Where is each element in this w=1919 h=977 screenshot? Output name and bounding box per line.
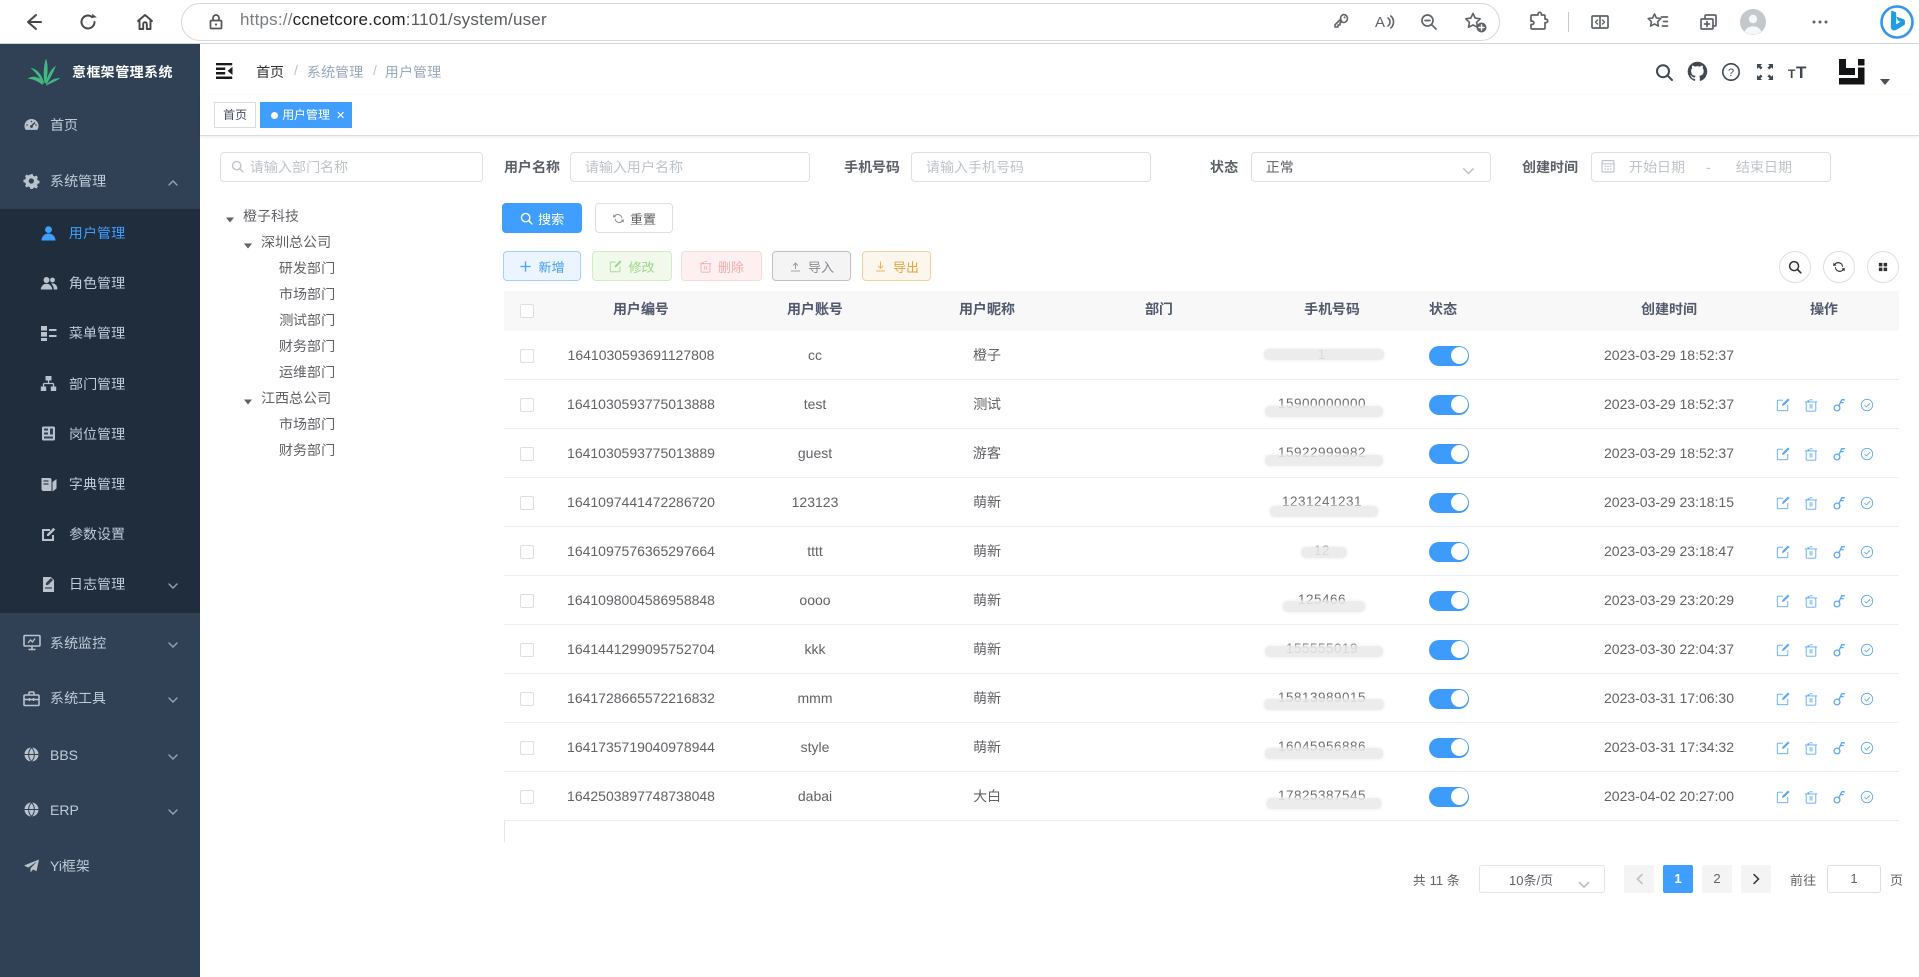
svg-text:T: T [1788,67,1796,80]
svg-text:A: A [1375,14,1385,31]
svg-text:T: T [1796,63,1807,80]
svg-text:?: ? [1728,67,1734,79]
